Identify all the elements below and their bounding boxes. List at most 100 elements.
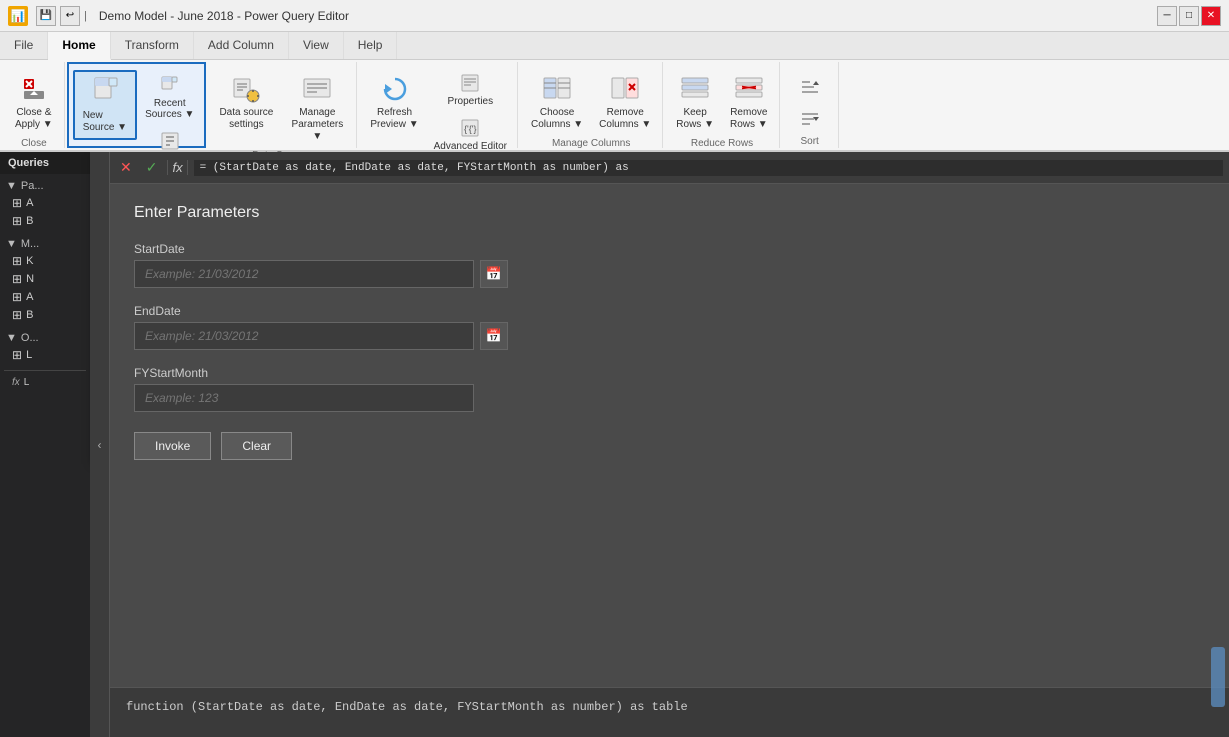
keep-rows-icon <box>679 73 711 105</box>
sidebar-item-5[interactable]: ⊞ A <box>4 288 86 306</box>
table-icon-7: ⊞ <box>12 348 22 362</box>
collapse-o-icon: ▼ <box>6 332 17 344</box>
sidebar-header: Queries <box>0 152 90 174</box>
fy-start-month-input-row <box>134 384 1205 412</box>
sidebar-item-fx[interactable]: fx L <box>4 375 86 390</box>
formula-fx-label: fx <box>167 160 187 175</box>
keep-rows-button[interactable]: KeepRows ▼ <box>669 68 721 136</box>
recent-sources-button[interactable]: RecentSources ▼ <box>139 70 200 124</box>
function-preview-text: function (StartDate as date, EndDate as … <box>126 700 688 714</box>
sort-group: Sort <box>782 62 839 148</box>
close-apply-label: Close &Apply ▼ <box>15 107 53 131</box>
start-date-group: StartDate 📅 <box>134 242 1205 288</box>
choose-columns-icon <box>541 73 573 105</box>
manage-parameters-label: ManageParameters ▼ <box>289 107 345 143</box>
sidebar-item-2[interactable]: ⊞ B <box>4 212 86 230</box>
fy-start-month-input[interactable] <box>134 384 474 412</box>
sort-ascending-icon <box>799 76 821 98</box>
sidebar-group-o-label: O... <box>21 332 39 344</box>
sidebar-item-4[interactable]: ⊞ N <box>4 270 86 288</box>
sidebar-group-o-header[interactable]: ▼ O... <box>4 330 86 346</box>
reduce-rows-group: KeepRows ▼ RemoveRows ▼ Red <box>665 62 779 148</box>
end-date-calendar-button[interactable]: 📅 <box>480 322 508 350</box>
table-icon-4: ⊞ <box>12 272 22 286</box>
main-layout: Queries ▼ Pa... ⊞ A ⊞ B ▼ M.. <box>0 152 1229 737</box>
table-icon-6: ⊞ <box>12 308 22 322</box>
maximize-btn[interactable]: □ <box>1179 6 1199 26</box>
fy-start-month-label: FYStartMonth <box>134 366 1205 380</box>
properties-label: Properties <box>448 96 494 107</box>
app-icon: 📊 <box>8 6 28 26</box>
sort-descending-button[interactable] <box>786 104 834 134</box>
formula-confirm-button[interactable]: ✓ <box>142 157 162 178</box>
table-icon-1: ⊞ <box>12 196 22 210</box>
new-source-button[interactable]: NewSource ▼ <box>73 70 137 140</box>
data-source-settings-button[interactable]: Data sourcesettings <box>212 68 280 136</box>
sidebar: Queries ▼ Pa... ⊞ A ⊞ B ▼ M.. <box>0 152 90 737</box>
title-bar-controls: 💾 ↩ | <box>36 6 87 26</box>
ribbon-content: Close &Apply ▼ Close <box>0 60 1229 150</box>
end-date-label: EndDate <box>134 304 1205 318</box>
tab-file[interactable]: File <box>0 32 48 59</box>
sidebar-item-6[interactable]: ⊞ B <box>4 306 86 324</box>
save-btn[interactable]: 💾 <box>36 6 56 26</box>
close-apply-button[interactable]: Close &Apply ▼ <box>8 68 60 136</box>
window-title: Demo Model - June 2018 - Power Query Edi… <box>99 9 349 23</box>
remove-columns-button[interactable]: RemoveColumns ▼ <box>592 68 658 136</box>
table-icon-3: ⊞ <box>12 254 22 268</box>
formula-cancel-button[interactable]: ✕ <box>116 157 136 178</box>
toggle-sidebar-button[interactable]: ‹ <box>90 152 110 737</box>
start-date-calendar-button[interactable]: 📅 <box>480 260 508 288</box>
sidebar-group-pa-header[interactable]: ▼ Pa... <box>4 178 86 194</box>
keep-rows-label: KeepRows ▼ <box>676 107 714 131</box>
tab-view[interactable]: View <box>289 32 344 59</box>
data-source-settings-icon <box>230 73 262 105</box>
manage-parameters-button[interactable]: ManageParameters ▼ <box>282 68 352 148</box>
content-area: ✕ ✓ fx Enter Parameters StartDate 📅 EndD… <box>110 152 1229 737</box>
sidebar-content: ▼ Pa... ⊞ A ⊞ B ▼ M... ⊞ <box>0 174 90 733</box>
tab-transform[interactable]: Transform <box>111 32 194 59</box>
invoke-button[interactable]: Invoke <box>134 432 211 460</box>
advanced-editor-button[interactable]: {'{'} Advanced Editor <box>428 113 513 156</box>
sidebar-group-m-header[interactable]: ▼ M... <box>4 236 86 252</box>
sidebar-group-pa-label: Pa... <box>21 180 44 192</box>
properties-button[interactable]: Properties <box>428 68 513 111</box>
manage-parameters-icon <box>301 73 333 105</box>
sort-ascending-button[interactable] <box>786 72 834 102</box>
table-icon-2: ⊞ <box>12 214 22 228</box>
parameters-panel: Enter Parameters StartDate 📅 EndDate 📅 <box>110 184 1229 687</box>
choose-columns-button[interactable]: ChooseColumns ▼ <box>524 68 590 136</box>
collapse-m-icon: ▼ <box>6 238 17 250</box>
close-btn[interactable]: ✕ <box>1201 6 1221 26</box>
tab-add-column[interactable]: Add Column <box>194 32 289 59</box>
formula-input[interactable] <box>194 160 1223 176</box>
end-date-input[interactable] <box>134 322 474 350</box>
new-source-label: NewSource ▼ <box>83 110 127 134</box>
formula-bar: ✕ ✓ fx <box>110 152 1229 184</box>
sidebar-group-pa: ▼ Pa... ⊞ A ⊞ B <box>4 178 86 230</box>
sidebar-group-o: ▼ O... ⊞ L <box>4 330 86 364</box>
minimize-btn[interactable]: ─ <box>1157 6 1177 26</box>
table-icon-5: ⊞ <box>12 290 22 304</box>
start-date-input[interactable] <box>134 260 474 288</box>
remove-columns-icon <box>609 73 641 105</box>
scroll-indicator[interactable] <box>1211 647 1225 707</box>
undo-btn[interactable]: ↩ <box>60 6 80 26</box>
title-bar: 📊 💾 ↩ | Demo Model - June 2018 - Power Q… <box>0 0 1229 32</box>
clear-button[interactable]: Clear <box>221 432 292 460</box>
sidebar-item-7[interactable]: ⊞ L <box>4 346 86 364</box>
manage-columns-group: ChooseColumns ▼ RemoveColumns ▼ Manage C… <box>520 62 663 148</box>
sidebar-item-1[interactable]: ⊞ A <box>4 194 86 212</box>
new-query-group: NewSource ▼ RecentSources ▼ <box>67 62 207 148</box>
svg-text:{'{'}: {'{'} <box>464 124 476 134</box>
sidebar-item-3[interactable]: ⊞ K <box>4 252 86 270</box>
tab-home[interactable]: Home <box>48 32 110 60</box>
recent-sources-icon <box>159 74 181 96</box>
refresh-preview-button[interactable]: RefreshPreview ▼ <box>363 68 425 136</box>
recent-sources-label: RecentSources ▼ <box>145 98 194 120</box>
data-sources-group: Data sourcesettings ManageParameters ▼ D… <box>208 62 357 148</box>
close-group: Close &Apply ▼ Close <box>4 62 65 148</box>
remove-rows-button[interactable]: RemoveRows ▼ <box>723 68 775 136</box>
tab-help[interactable]: Help <box>344 32 398 59</box>
advanced-editor-icon: {'{'} <box>459 117 481 139</box>
